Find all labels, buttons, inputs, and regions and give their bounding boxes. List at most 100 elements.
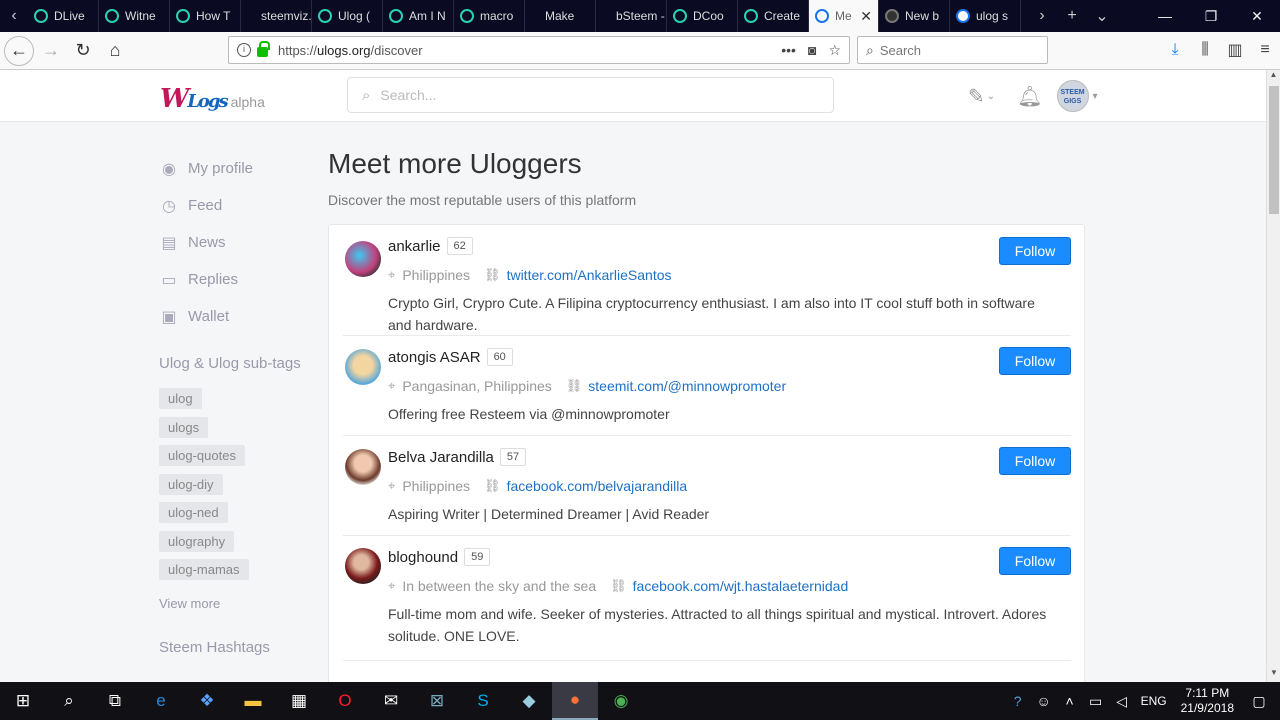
follow-button[interactable]: Follow	[999, 237, 1071, 265]
pen-app-icon[interactable]: ◆	[506, 682, 552, 720]
user-avatar-atongis[interactable]	[345, 349, 381, 385]
browser-tab[interactable]: steemviz.c	[241, 0, 312, 32]
language-indicator[interactable]: ENG	[1141, 694, 1167, 708]
chevron-down-icon[interactable]: ⌄	[987, 91, 995, 102]
ulogs-logo[interactable]: WLogs alpha	[160, 84, 265, 114]
notifications-icon[interactable]: ▢	[1246, 693, 1272, 710]
browser-tab[interactable]: Make	[525, 0, 596, 32]
user-name[interactable]: ankarlie	[388, 238, 441, 255]
user-website-link[interactable]: twitter.com/AnkarlieSantos	[507, 267, 672, 283]
browser-tab[interactable]: Create	[738, 0, 809, 32]
edge-icon[interactable]: e	[138, 682, 184, 720]
minimize-icon[interactable]: —	[1142, 0, 1188, 32]
chrome-icon[interactable]: ◉	[598, 682, 644, 720]
tag-ulogs[interactable]: ulogs	[159, 416, 209, 438]
chevron-up-icon[interactable]: ˄	[1057, 693, 1083, 709]
user-website-link[interactable]: steemit.com/@minnowpromoter	[588, 378, 786, 394]
bell-icon[interactable]: 🔔︎	[1017, 84, 1042, 109]
bookmark-star-icon[interactable]: ☆	[828, 42, 841, 59]
file-explorer-icon[interactable]: ▬	[230, 682, 276, 720]
sidebar-item-feed[interactable]: ◷ Feed	[159, 187, 329, 224]
download-icon[interactable]: ⤓	[1160, 41, 1190, 59]
scroll-up-icon[interactable]: ▲	[1267, 70, 1280, 84]
tag-ulog-quotes[interactable]: ulog-quotes	[159, 445, 245, 466]
browser-tab[interactable]: DCoo	[667, 0, 738, 32]
browser-tab[interactable]: bSteem - I	[596, 0, 667, 32]
tag-ulog-diy[interactable]: ulog-diy	[159, 473, 223, 495]
browser-tab[interactable]: DLive	[28, 0, 99, 32]
tag-ulog-mamas[interactable]: ulog-mamas	[159, 559, 249, 580]
avatar-dropdown-icon[interactable]: ▾	[1093, 91, 1098, 102]
user-avatar[interactable]: STEEM GIGS	[1056, 80, 1089, 112]
volume-icon[interactable]: ◁	[1109, 693, 1135, 710]
reload-icon[interactable]: ↻	[68, 36, 98, 66]
sidebar-item-news[interactable]: ▤ News	[159, 224, 329, 261]
firefox-icon[interactable]: ●	[552, 682, 598, 720]
user-avatar-bloghound[interactable]	[345, 548, 381, 584]
browser-tab[interactable]: Am I N	[383, 0, 454, 32]
sidebar-toggle-icon[interactable]: ▥	[1220, 40, 1250, 60]
browser-tab[interactable]: How T	[170, 0, 241, 32]
scroll-down-icon[interactable]: ▼	[1267, 668, 1280, 682]
skype-icon[interactable]: S	[460, 682, 506, 720]
restore-icon[interactable]: ❐	[1188, 0, 1234, 32]
url-text[interactable]: https://ulogs.org/discover	[278, 43, 423, 58]
tab-scroll-right-icon[interactable]: ›	[1027, 7, 1057, 25]
tag-ulog-ned[interactable]: ulog-ned	[159, 502, 228, 523]
tag-ulog[interactable]: ulog	[159, 388, 202, 409]
site-search-input[interactable]: ⌕ Search...	[347, 77, 834, 113]
sidebar-item-wallet[interactable]: ▣ Wallet	[159, 298, 329, 335]
sidebar-item-my-profile[interactable]: ◉ My profile	[159, 150, 329, 187]
info-icon[interactable]: i	[237, 43, 251, 57]
user-website-link[interactable]: facebook.com/belvajarandilla	[507, 478, 688, 494]
close-tab-icon[interactable]: ✕	[860, 8, 872, 25]
taskbar-clock[interactable]: 7:11 PM 21/9/2018	[1181, 686, 1234, 716]
user-name[interactable]: bloghound	[388, 549, 458, 566]
page-scrollbar[interactable]: ▲ ▼	[1266, 70, 1280, 682]
user-name[interactable]: Belva Jarandilla	[388, 449, 494, 466]
browser-tab[interactable]: New b	[879, 0, 950, 32]
home-icon[interactable]: ⌂	[100, 36, 130, 66]
browser-search-field[interactable]: ⌕ Search	[857, 36, 1048, 64]
tag-ulography[interactable]: ulography	[159, 530, 235, 552]
follow-button[interactable]: Follow	[999, 347, 1071, 375]
menu-icon[interactable]: ≡	[1250, 41, 1280, 59]
task-view-icon[interactable]: ⧉	[92, 682, 138, 720]
network-app-icon[interactable]: ⊠	[414, 682, 460, 720]
store-icon[interactable]: ▦	[276, 682, 322, 720]
help-icon[interactable]: ?	[1005, 693, 1031, 709]
search-icon[interactable]: ⌕	[46, 682, 92, 720]
scrollbar-thumb[interactable]	[1269, 86, 1279, 214]
user-avatar-ankarlie[interactable]	[345, 241, 381, 277]
user-avatar-belva[interactable]	[345, 449, 381, 485]
sidebar-item-replies[interactable]: ▭ Replies	[159, 261, 329, 298]
browser-tab[interactable]: ulog s	[950, 0, 1021, 32]
windows-start-icon[interactable]: ⊞	[0, 682, 46, 720]
battery-icon[interactable]: ▭	[1083, 693, 1109, 710]
page-actions-icon[interactable]: •••	[781, 42, 796, 59]
user-website-link[interactable]: facebook.com/wjt.hastalaeternidad	[633, 578, 849, 594]
browser-tab-active[interactable]: Me ✕	[809, 0, 879, 32]
lock-icon[interactable]	[257, 41, 270, 57]
view-more-link[interactable]: View more	[159, 596, 329, 611]
mail-icon[interactable]: ✉	[368, 682, 414, 720]
dropbox-icon[interactable]: ❖	[184, 682, 230, 720]
tab-list-icon[interactable]: ⌄	[1087, 6, 1117, 26]
browser-tab[interactable]: Ulog (	[312, 0, 383, 32]
follow-button[interactable]: Follow	[999, 447, 1071, 475]
follow-button[interactable]: Follow	[999, 547, 1071, 575]
browser-tab[interactable]: macro	[454, 0, 525, 32]
opera-icon[interactable]: O	[322, 682, 368, 720]
browser-tab[interactable]: Witne	[99, 0, 170, 32]
new-tab-icon[interactable]: +	[1057, 7, 1087, 25]
forward-icon[interactable]: →	[36, 36, 66, 66]
close-window-icon[interactable]: ✕	[1234, 0, 1280, 32]
address-bar[interactable]: i https://ulogs.org/discover ••• ◙ ☆	[228, 36, 850, 64]
pocket-icon[interactable]: ◙	[808, 42, 816, 59]
people-icon[interactable]: ☺	[1031, 693, 1057, 709]
user-name[interactable]: atongis ASAR	[388, 349, 481, 366]
library-icon[interactable]: ⫼	[1190, 41, 1220, 59]
back-icon[interactable]: ←	[4, 35, 34, 66]
write-post-icon[interactable]: ✎	[968, 84, 985, 109]
tab-scroll-left-icon[interactable]: ‹	[0, 0, 28, 32]
